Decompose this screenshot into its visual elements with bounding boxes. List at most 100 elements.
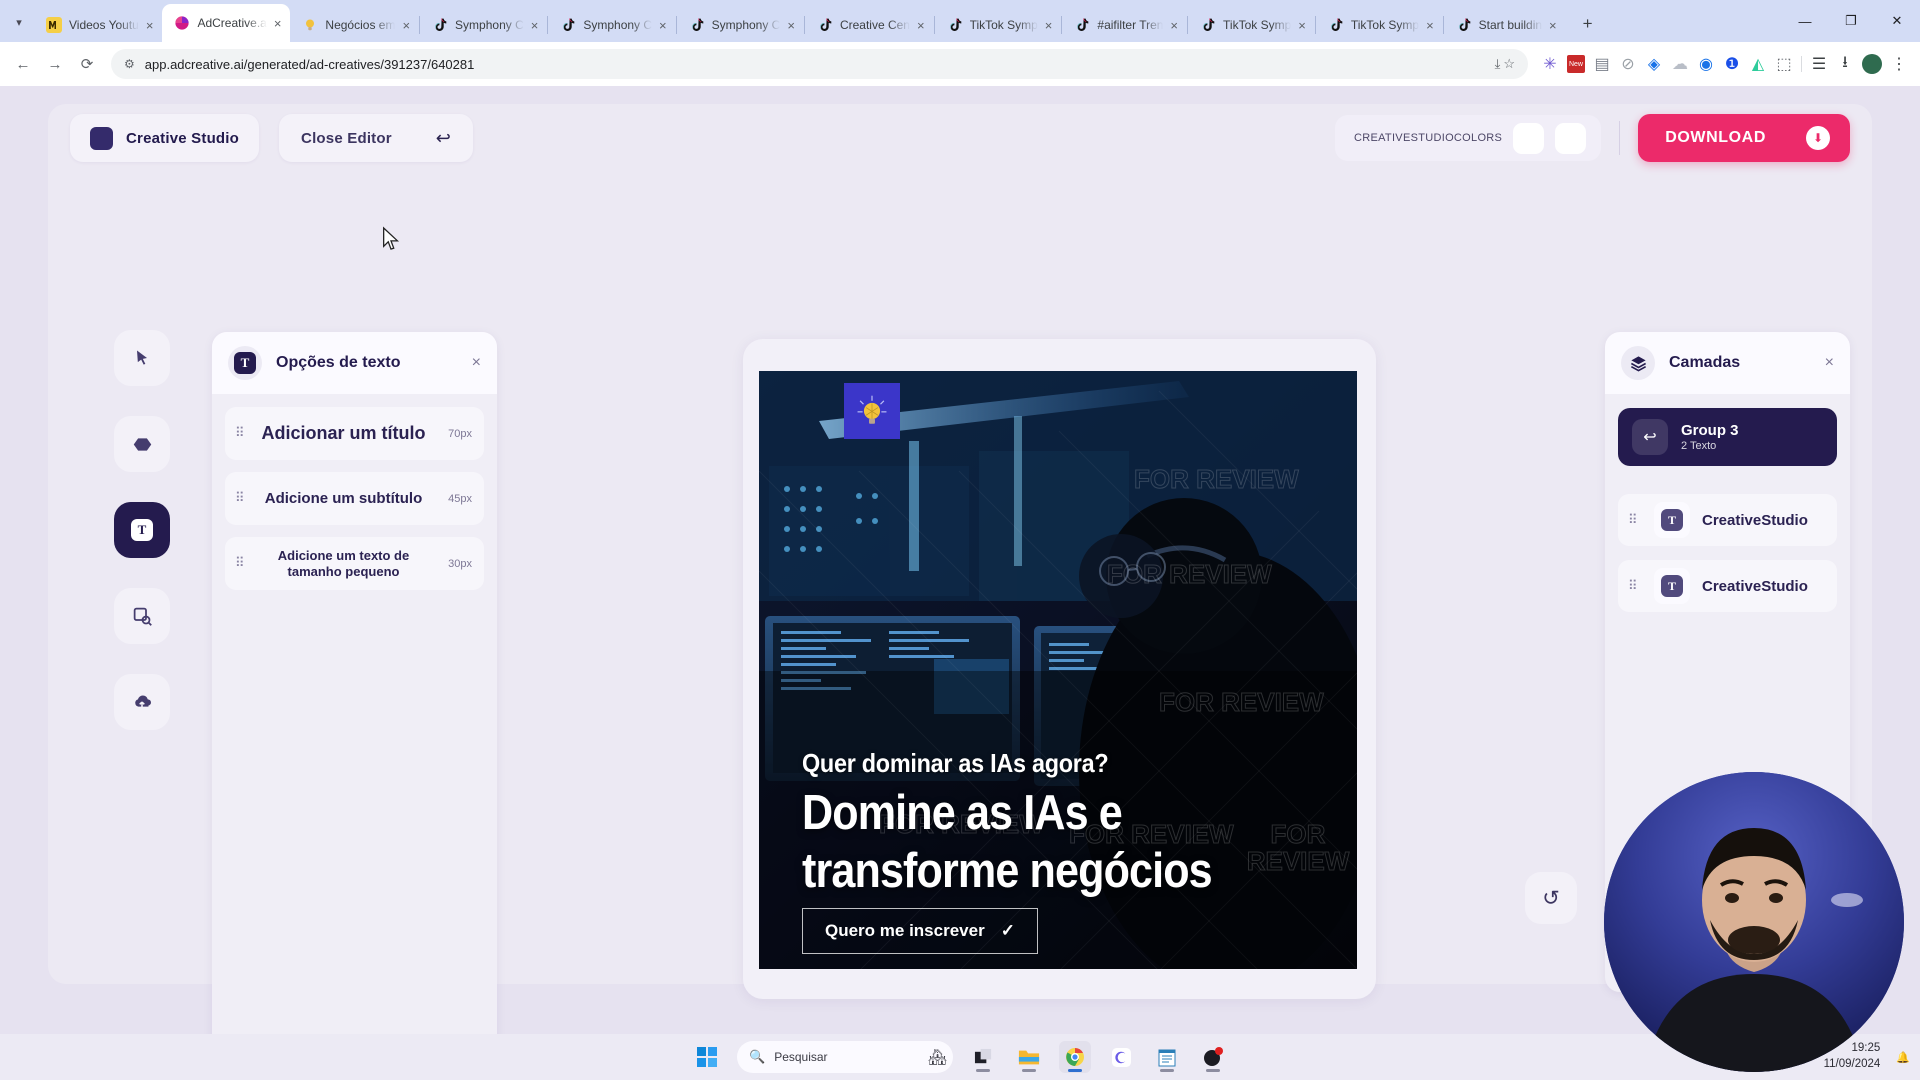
taskbar-search[interactable]: 🔍 Pesquisar 🏘 <box>737 1041 953 1073</box>
windows-start-icon[interactable] <box>691 1041 723 1073</box>
browser-tab[interactable]: Symphony C × <box>677 8 804 42</box>
site-settings-icon[interactable]: ⚙ <box>124 57 135 71</box>
drag-handle-icon[interactable]: ⠿ <box>235 491 249 505</box>
drag-handle-icon[interactable]: ⠿ <box>235 556 249 570</box>
browser-tab[interactable]: Symphony C × <box>420 8 547 42</box>
obs-icon[interactable] <box>1197 1041 1229 1073</box>
text-panel-icon-wrap: T <box>228 346 262 380</box>
tab-close-icon[interactable]: × <box>531 19 539 32</box>
clipchamp-icon[interactable] <box>1105 1041 1137 1073</box>
browser-tab[interactable]: Symphony C × <box>548 8 675 42</box>
notepad-icon[interactable] <box>1151 1041 1183 1073</box>
browser-tab[interactable]: Videos Youtu × <box>34 8 162 42</box>
media-list-icon[interactable]: ☰ <box>1810 55 1828 73</box>
layer-group-row[interactable]: ↩ Group 3 2 Texto <box>1618 408 1837 466</box>
layer-item[interactable]: ⠿ T CreativeStudio <box>1618 560 1837 612</box>
profile-avatar[interactable] <box>1862 54 1882 74</box>
image-search-tool[interactable] <box>114 588 170 644</box>
browser-tab[interactable]: Creative Cen × <box>805 8 934 42</box>
tab-close-icon[interactable]: × <box>787 19 795 32</box>
canvas-undo-button[interactable]: ↺ <box>1525 872 1577 924</box>
back-button[interactable]: ← <box>8 49 38 79</box>
watermark-text: FOR REVIEW <box>1107 559 1273 589</box>
extension-leaf-icon[interactable]: ◭ <box>1749 55 1767 73</box>
drag-handle-icon[interactable]: ⠿ <box>1628 513 1642 527</box>
drag-handle-icon[interactable]: ⠿ <box>235 426 249 440</box>
ad-creative[interactable]: FOR REVIEW FOR REVIEW FOR REVIEW FOR REV… <box>759 371 1357 969</box>
browser-tab-active[interactable]: AdCreative.a × <box>162 4 291 42</box>
install-app-icon[interactable]: ⤓ <box>1495 56 1501 72</box>
tab-close-icon[interactable]: × <box>274 17 282 30</box>
extension-grammarly-icon[interactable]: ✳ <box>1541 55 1559 73</box>
bookmark-star-icon[interactable]: ☆ <box>1503 56 1515 72</box>
browser-tab[interactable]: Start buildin × <box>1444 8 1566 42</box>
file-explorer-icon[interactable] <box>1013 1041 1045 1073</box>
minimize-button[interactable]: — <box>1782 0 1828 42</box>
address-bar[interactable]: ⚙ app.adcreative.ai/generated/ad-creativ… <box>111 49 1528 79</box>
tab-close-icon[interactable]: × <box>659 19 667 32</box>
layer-item[interactable]: ⠿ T CreativeStudio <box>1618 494 1837 546</box>
reload-button[interactable]: ⟳ <box>72 49 102 79</box>
download-button[interactable]: DOWNLOAD ⬇ <box>1638 114 1850 162</box>
layers-panel-header: Camadas × <box>1605 332 1850 394</box>
task-view-icon[interactable] <box>967 1041 999 1073</box>
browser-tab[interactable]: Negócios em × <box>290 8 419 42</box>
text-option-size: 70px <box>448 427 472 440</box>
creative-cta-button[interactable]: Quero me inscrever ✓ <box>802 908 1038 954</box>
tab-close-icon[interactable]: × <box>1045 19 1053 32</box>
layer-thumbnail: T <box>1654 502 1690 538</box>
drag-handle-icon[interactable]: ⠿ <box>1628 579 1642 593</box>
text-option-label: Adicionar um título <box>261 422 426 443</box>
extension-cloud-icon[interactable]: ☁ <box>1671 55 1689 73</box>
cta-label: Quero me inscrever <box>825 921 985 940</box>
tab-close-icon[interactable]: × <box>1298 19 1306 32</box>
extension-tag-icon[interactable]: ◈ <box>1645 55 1663 73</box>
downloads-icon[interactable]: ⭳ <box>1836 54 1854 73</box>
close-window-button[interactable]: ✕ <box>1874 0 1920 42</box>
canvas-container: FOR REVIEW FOR REVIEW FOR REVIEW FOR REV… <box>743 339 1376 999</box>
browser-tab[interactable]: #aifilter Tren × <box>1062 8 1187 42</box>
close-layers-panel-button[interactable]: × <box>1825 354 1834 372</box>
upload-tool[interactable] <box>114 674 170 730</box>
select-tool[interactable] <box>114 330 170 386</box>
tab-close-icon[interactable]: × <box>1170 19 1178 32</box>
tab-search-chevron-icon[interactable]: ▾ <box>4 5 34 39</box>
forward-button[interactable]: → <box>40 49 70 79</box>
tab-close-icon[interactable]: × <box>917 19 925 32</box>
new-tab-button[interactable]: + <box>1574 10 1602 38</box>
close-text-panel-button[interactable]: × <box>472 354 481 372</box>
extension-notes-icon[interactable]: ▤ <box>1593 55 1611 73</box>
tab-close-icon[interactable]: × <box>146 19 154 32</box>
tab-close-icon[interactable]: × <box>402 19 410 32</box>
check-icon: ✓ <box>1000 921 1015 940</box>
text-tool[interactable]: T <box>114 502 170 558</box>
brand-pill[interactable]: Creative Studio <box>70 114 260 162</box>
layers-icon <box>1630 355 1646 372</box>
extension-play-icon[interactable]: ◉ <box>1697 55 1715 73</box>
extension-info-icon[interactable]: ❶ <box>1723 55 1741 73</box>
chrome-menu-icon[interactable]: ⋮ <box>1890 55 1908 73</box>
browser-tab[interactable]: TikTok Symp × <box>1316 8 1443 42</box>
maximize-button[interactable]: ❐ <box>1828 0 1874 42</box>
tab-close-icon[interactable]: × <box>1426 19 1434 32</box>
close-editor-button[interactable]: Close Editor ↩ <box>279 114 473 162</box>
text-option-row[interactable]: ⠿ Adicionar um título 70px <box>225 407 484 460</box>
creative-text-group[interactable]: Quer dominar as IAs agora? Domine as IAs… <box>802 748 1339 901</box>
color-swatch-2[interactable] <box>1555 122 1587 154</box>
tab-close-icon[interactable]: × <box>1549 19 1557 32</box>
search-illustration: 🏘 <box>927 1049 947 1066</box>
text-option-row[interactable]: ⠿ Adicione um texto de tamanho pequeno 30p… <box>225 537 484 590</box>
text-option-row[interactable]: ⠿ Adicione um subtítulo 45px <box>225 472 484 525</box>
color-swatch-1[interactable] <box>1513 122 1545 154</box>
chrome-icon[interactable] <box>1059 1041 1091 1073</box>
browser-tab[interactable]: TikTok Symp × <box>1188 8 1315 42</box>
url-text: app.adcreative.ai/generated/ad-creatives… <box>144 56 475 72</box>
extension-new-badge-icon[interactable]: New <box>1567 55 1585 73</box>
shape-tool[interactable] <box>114 416 170 472</box>
tiktok-icon <box>1331 18 1343 31</box>
extension-puzzle-icon[interactable]: ⬚ <box>1775 55 1793 73</box>
youtube-icon <box>46 17 62 33</box>
browser-tab[interactable]: TikTok Symp × <box>935 8 1062 42</box>
extension-block-icon[interactable]: ⊘ <box>1619 55 1637 73</box>
undo-icon[interactable]: ↩ <box>436 128 451 149</box>
